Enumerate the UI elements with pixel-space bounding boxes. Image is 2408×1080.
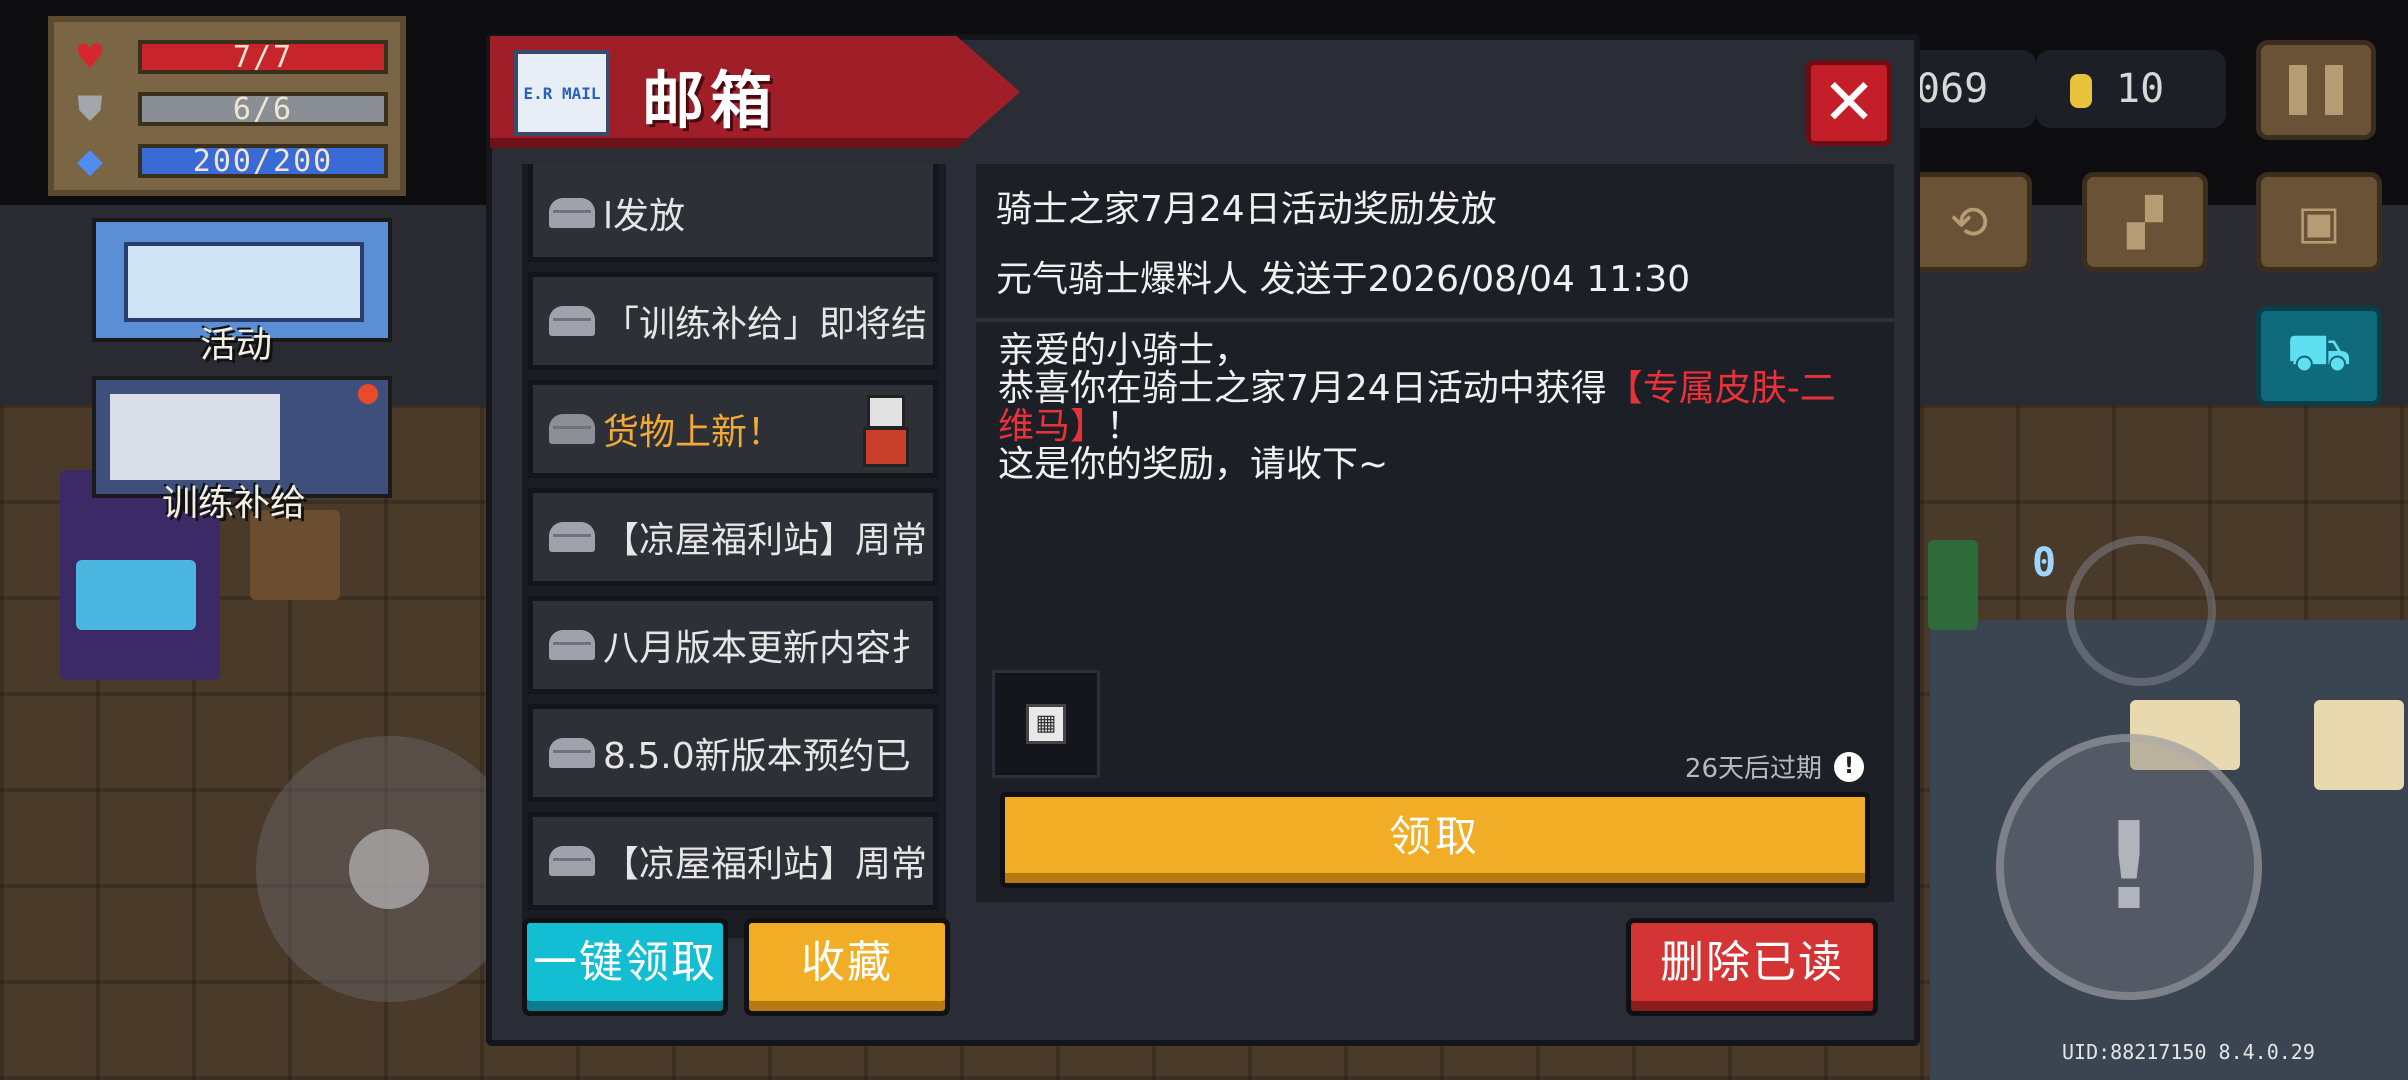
training-supply-label: 训练补给 [162, 483, 307, 524]
mail-list-item[interactable]: l发放 [528, 164, 938, 262]
expire-text: 26天后过期 [1684, 754, 1822, 784]
mail-subject: 「训练补给」即将结 [603, 304, 928, 345]
coin-counter: 10 [2036, 50, 2226, 128]
coin-icon [2070, 74, 2092, 108]
energy-gem-icon: ◆ [76, 141, 104, 181]
claim-button[interactable]: 领取 [1000, 792, 1870, 888]
gem-counter: 069 [1900, 50, 2036, 128]
refresh-icon: ⟲ [1949, 195, 1989, 249]
close-button[interactable]: ✕ [1806, 60, 1892, 146]
calendar-icon [124, 242, 364, 322]
weapon-swap-button[interactable] [2066, 536, 2216, 686]
pause-icon [2289, 65, 2343, 115]
mail-body-line: 亲爱的小骑士， [998, 330, 1251, 371]
merchant-npc-icon [861, 395, 911, 469]
notification-dot [358, 384, 378, 404]
delete-read-button[interactable]: 删除已读 [1626, 918, 1878, 1016]
mail-body-line: 这是你的奖励，请收下~ [998, 444, 1389, 485]
armor-row: ⛊ 6/6 [68, 90, 398, 128]
expire-notice: 26天后过期 ! [1685, 748, 1864, 785]
mail-list-item[interactable]: 【凉屋福利站】周常 [528, 812, 938, 910]
pause-button[interactable] [2256, 40, 2376, 140]
mail-body: 亲爱的小骑士， 恭喜你在骑士之家7月24日活动中获得【专属皮肤-二维马】！ 这是… [998, 332, 1858, 484]
joystick-knob[interactable] [349, 829, 429, 909]
qr-skin-item-icon: ▦ [1026, 704, 1066, 744]
mail-list-item[interactable]: 「训练补给」即将结 [528, 272, 938, 370]
envelope-icon [549, 738, 595, 768]
mail-subject: 【凉屋福利站】周常 [603, 844, 928, 885]
mail-subject: 【凉屋福利站】周常 [603, 520, 928, 561]
hp-bar: 7/7 [138, 40, 388, 74]
refresh-button[interactable]: ⟲ [1906, 172, 2032, 272]
capsule-window [76, 560, 196, 630]
mail-subject: 货物上新！ [603, 412, 784, 453]
mail-list-item[interactable]: 八月版本更新内容扌 [528, 596, 938, 694]
activity-label: 活动 [200, 325, 273, 366]
green-cabinet [1928, 540, 1978, 630]
mail-detail-panel: 骑士之家7月24日活动奖励发放 元气骑士爆料人 发送于2026/08/04 11… [976, 164, 1894, 902]
move-joystick[interactable] [256, 736, 522, 1002]
close-icon: ✕ [1822, 66, 1876, 140]
mail-list-item[interactable]: 8.5.0新版本预约已 [528, 704, 938, 802]
claim-all-button[interactable]: 一键领取 [522, 918, 728, 1016]
hero-artwork [110, 394, 280, 480]
envelope-icon [549, 630, 595, 660]
mail-subject: l发放 [603, 196, 686, 237]
uid-label: UID:88217150 8.4.0.29 [2062, 1040, 2315, 1064]
player-stats-panel: ♥ 7/7 ⛊ 6/6 ◆ 200/200 [48, 16, 406, 196]
envelope-icon [549, 198, 595, 228]
hp-row: ♥ 7/7 [68, 38, 398, 76]
attachment-slot[interactable]: ▦ [992, 670, 1100, 778]
mail-list[interactable]: l发放 「训练补给」即将结 货物上新！ 【凉屋福利站】周常 八月版本更新内容扌 … [522, 164, 946, 938]
shopping-cart-icon: ⛟ [2286, 322, 2352, 383]
envelope-icon [549, 306, 595, 336]
mail-title: 骑士之家7月24日活动奖励发放 [996, 189, 1497, 230]
profile-button[interactable]: ▣ [2256, 172, 2382, 272]
mail-subject: 8.5.0新版本预约已 [603, 736, 911, 777]
shield-icon: ⛊ [77, 89, 103, 129]
envelope-icon [549, 846, 595, 876]
mail-sender: 元气骑士爆料人 发送于2026/08/04 11:30 [996, 259, 1691, 300]
attack-button[interactable]: ! [1996, 734, 2262, 1000]
stairs-icon: ▞ [2127, 195, 2163, 249]
envelope-icon [549, 414, 595, 444]
attack-exclaim-icon: ! [2101, 797, 2157, 937]
mail-subject: 八月版本更新内容扌 [603, 628, 928, 669]
info-icon[interactable]: ! [1834, 751, 1864, 782]
armor-bar: 6/6 [138, 92, 388, 126]
envelope-icon [549, 522, 595, 552]
profile-card-icon: ▣ [2297, 195, 2341, 249]
energy-row: ◆ 200/200 [68, 142, 398, 180]
dialog-title: 邮箱 [642, 64, 779, 137]
divider [976, 318, 1894, 322]
coin-count: 10 [2116, 66, 2165, 112]
gem-count: 069 [1916, 66, 1989, 112]
energy-bar: 200/200 [138, 144, 388, 178]
mail-list-item[interactable]: 【凉屋福利站】周常 [528, 488, 938, 586]
mailbox-dialog: E.R MAIL 邮箱 ✕ l发放 「训练补给」即将结 货物上新！ 【凉屋福利站… [486, 34, 1920, 1046]
shop-button[interactable]: ⛟ [2256, 306, 2382, 406]
mail-envelope-icon: E.R MAIL [514, 50, 610, 136]
mail-body-line: 恭喜你在骑士之家7月24日活动中获得【专属皮肤-二维马】！ [998, 368, 1836, 447]
weapon-swap-counter: 0 [2032, 540, 2057, 586]
notice-board [2314, 700, 2404, 790]
heart-icon: ♥ [74, 37, 106, 77]
mail-list-item[interactable]: 货物上新！ [528, 380, 938, 478]
upgrade-button[interactable]: ▞ [2082, 172, 2208, 272]
favorite-button[interactable]: 收藏 [744, 918, 950, 1016]
